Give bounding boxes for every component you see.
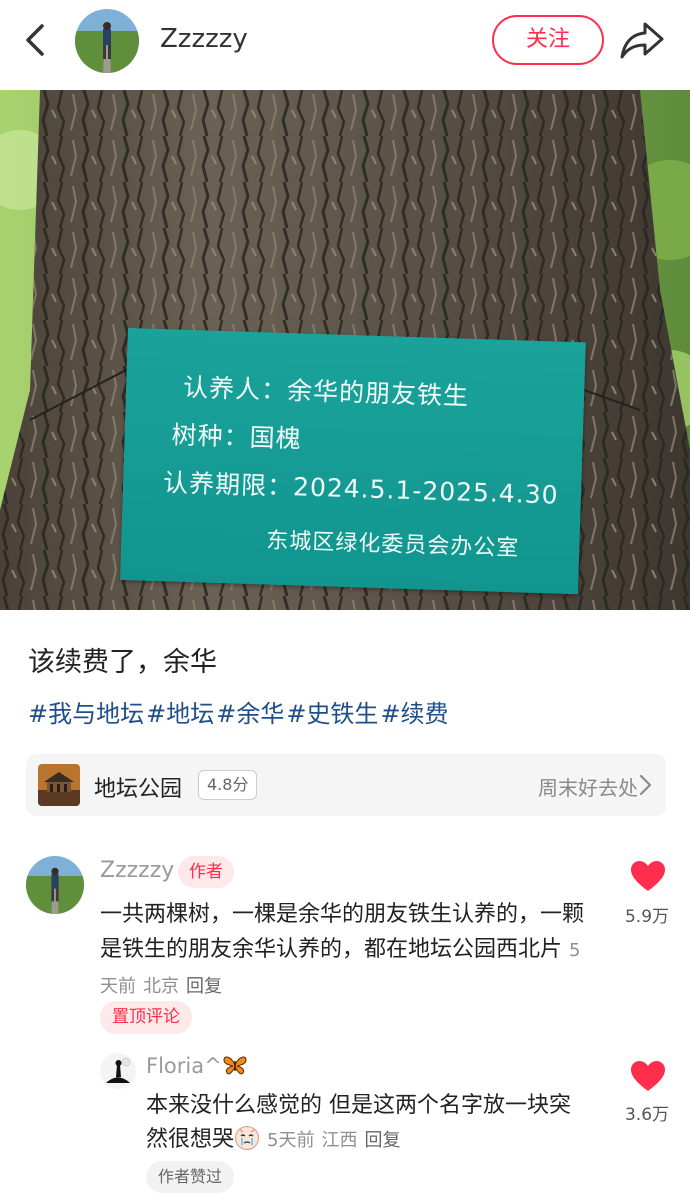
- author-badge: 作者: [178, 856, 234, 888]
- reply-text: 本来没什么感觉的 但是这两个名字放一块突然很想哭: [146, 1093, 571, 1152]
- pinned-badge: 置顶评论: [100, 1001, 192, 1034]
- like-count: 5.9万: [624, 907, 670, 927]
- author-username[interactable]: Zzzzzy: [160, 24, 248, 54]
- back-arrow-icon[interactable]: [18, 22, 54, 58]
- sign-issuer: 东城区绿化委员会办公室: [265, 528, 520, 562]
- reply-time: 5天前: [267, 1130, 315, 1151]
- reply-avatar[interactable]: [100, 1053, 136, 1089]
- tag-link[interactable]: #史铁生: [286, 700, 378, 728]
- reply-location: 江西: [321, 1130, 358, 1151]
- post-title: 该续费了，余华: [28, 647, 217, 678]
- post-tags: #我与地坛#地坛#余华#史铁生#续费: [28, 694, 451, 729]
- author-liked-badge: 作者赞过: [146, 1161, 235, 1193]
- author-avatar[interactable]: [75, 9, 139, 73]
- reply-body: 本来没什么感觉的 但是这两个名字放一块突然很想哭 5天前 江西 回复: [146, 1089, 586, 1158]
- top-bar: Zzzzzy 关注: [0, 0, 690, 90]
- tag-link[interactable]: #地坛: [146, 700, 214, 728]
- comment-text: 一共两棵树，一棵是余华的朋友铁生认养的，一颗是铁生的朋友余华认养的，都在地坛公园…: [100, 902, 585, 962]
- share-icon[interactable]: [618, 18, 666, 62]
- tag-link[interactable]: #续费: [380, 700, 448, 728]
- location-card[interactable]: 地坛公园 4.8分 周末好去处: [26, 754, 666, 816]
- adoption-sign: 认养人：余华的朋友铁生 树种：国槐 认养期限：2024.5.1-2025.4.3…: [120, 328, 586, 595]
- reply-button[interactable]: 回复: [186, 976, 222, 997]
- crying-emoji-icon: [235, 1126, 260, 1150]
- comment-body: 一共两棵树，一棵是余华的朋友铁生认养的，一颗是铁生的朋友余华认养的，都在地坛公园…: [100, 897, 590, 1004]
- commenter-name[interactable]: Zzzzzy: [100, 858, 174, 883]
- butterfly-icon: [223, 1056, 247, 1075]
- post-photo[interactable]: 认养人：余华的朋友铁生 树种：国槐 认养期限：2024.5.1-2025.4.3…: [0, 90, 690, 610]
- heart-icon[interactable]: [630, 1060, 666, 1092]
- sign-species: 树种：国槐: [171, 420, 303, 454]
- location-thumbnail: [38, 764, 80, 806]
- tag-link[interactable]: #我与地坛: [28, 700, 144, 728]
- sign-adopter: 认养人：余华的朋友铁生: [182, 372, 470, 411]
- commenter-avatar[interactable]: [26, 856, 84, 914]
- comment-location: 北京: [143, 976, 179, 997]
- reply-reply-button[interactable]: 回复: [364, 1130, 400, 1151]
- tag-link[interactable]: #余华: [216, 700, 284, 728]
- location-name: 地坛公园: [94, 777, 183, 802]
- heart-icon[interactable]: [630, 860, 666, 892]
- like-count: 3.6万: [624, 1105, 670, 1125]
- reply-author-text: Floria^: [146, 1054, 222, 1078]
- location-recommendation: 周末好去处: [538, 776, 638, 800]
- follow-button[interactable]: 关注: [492, 15, 604, 65]
- sign-period: 认养期限：2024.5.1-2025.4.30: [162, 468, 560, 510]
- location-score: 4.8分: [198, 770, 258, 800]
- chevron-right-icon: [639, 774, 652, 796]
- reply-author-name[interactable]: Floria^: [146, 1054, 248, 1078]
